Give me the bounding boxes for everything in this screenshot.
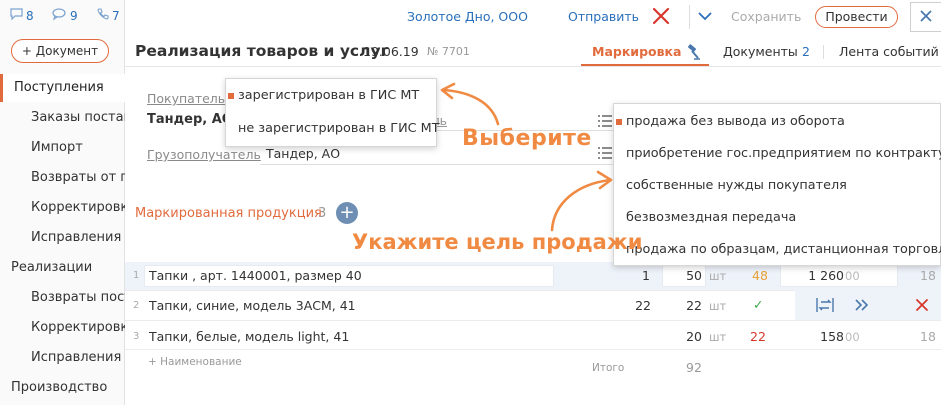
annotation-arrow-purpose xyxy=(550,170,613,232)
header-divider xyxy=(125,66,941,67)
total-label: Итого xyxy=(592,362,625,374)
selected-marker xyxy=(228,93,234,99)
list-icon[interactable] xyxy=(598,147,612,159)
row-number: 3 xyxy=(133,331,140,342)
add-item-link[interactable]: + Наименование xyxy=(148,356,242,368)
purpose-option[interactable]: собственные нужды покупателя xyxy=(626,178,847,193)
tab-event-feed[interactable]: Лента событий xyxy=(839,44,939,59)
chats-counter[interactable]: 9 xyxy=(52,8,78,23)
sidebar-item-sales[interactable]: Реализации xyxy=(11,254,125,282)
sidebar-item-customer-returns[interactable]: Возвраты от покупателей xyxy=(31,164,125,192)
messages-counter[interactable]: 8 xyxy=(10,8,34,23)
chat-icon xyxy=(52,8,67,23)
row-number: 1 xyxy=(133,270,140,281)
total-value: 92 xyxy=(686,360,702,375)
purpose-option[interactable]: приобретение гос.предприятием по контрак… xyxy=(626,146,941,161)
message-icon xyxy=(10,8,23,23)
row-unit: шт xyxy=(709,299,727,313)
marked-products-title: Маркированная продукция xyxy=(135,206,322,221)
hammer-icon[interactable] xyxy=(685,44,701,60)
row-quantity-input[interactable]: 20 xyxy=(662,329,702,344)
annotation-purpose: Укажите цель продажи xyxy=(352,230,643,254)
row-quantity-input[interactable]: 50 xyxy=(662,268,702,283)
row-product-name[interactable]: Тапки , арт. 1440001, размер 40 xyxy=(149,268,362,283)
delete-row-icon[interactable] xyxy=(914,297,930,313)
sidebar-item-corrections[interactable]: Исправления xyxy=(31,224,125,252)
sidebar: 8 9 7 + Документ Поступления Заказы пост… xyxy=(0,0,125,405)
document-date[interactable]: 19.06.19 xyxy=(363,44,419,59)
annotation-arrow-choose xyxy=(440,82,500,126)
sidebar-item-sales-corrections[interactable]: Исправления xyxy=(31,344,125,372)
buyer-value[interactable]: Тандер, АО xyxy=(147,112,233,127)
save-button[interactable]: Сохранить xyxy=(731,9,801,24)
swap-icon[interactable] xyxy=(816,297,834,313)
messages-count: 8 xyxy=(26,9,34,23)
sidebar-item-production[interactable]: Производство xyxy=(11,374,125,402)
row-divider xyxy=(125,349,941,350)
close-icon xyxy=(920,10,932,22)
purpose-option[interactable]: безвозмездная передача xyxy=(626,210,796,225)
purpose-option[interactable]: продажа по образцам, дистанционная торго… xyxy=(626,242,941,257)
sidebar-item-sales-adjustments[interactable]: Корректировки xyxy=(31,314,125,342)
add-product-button[interactable]: + xyxy=(336,202,358,224)
purpose-option[interactable]: продажа без вывода из оборота xyxy=(626,114,845,129)
row-number: 2 xyxy=(133,300,140,311)
registration-dropdown: зарегистрирован в ГИС МТ не зарегистриро… xyxy=(225,78,440,147)
row-status: 48 xyxy=(752,268,768,283)
sidebar-item-receipts[interactable]: Поступления xyxy=(0,74,125,102)
sidebar-item-adjustments[interactable]: Корректировки xyxy=(31,194,125,222)
sidebar-item-import[interactable]: Импорт xyxy=(31,134,125,162)
row-sum[interactable]: 1 260 xyxy=(800,268,844,283)
sale-purpose-dropdown: продажа без вывода из оборота приобретен… xyxy=(613,103,941,266)
row-sum[interactable]: 158 xyxy=(800,329,844,344)
row-sum-cents: 00 xyxy=(845,330,860,344)
consignee-value[interactable]: Тандер, АО xyxy=(266,146,340,161)
row-divider xyxy=(125,320,941,321)
registration-option[interactable]: не зарегистрирован в ГИС МТ xyxy=(238,121,440,136)
document-number[interactable]: № 7701 xyxy=(427,45,470,58)
calls-counter[interactable]: 7 xyxy=(97,8,120,23)
sidebar-item-supplier-returns[interactable]: Возвраты поставщикам xyxy=(31,284,125,312)
row-status: 22 xyxy=(750,329,766,344)
marked-products-count: 3 xyxy=(318,206,327,221)
page-title: Реализация товаров и услуг xyxy=(135,42,389,60)
row-unit: шт xyxy=(709,330,727,344)
tab-documents-count: 2 xyxy=(802,44,810,59)
registration-option[interactable]: зарегистрирован в ГИС МТ xyxy=(238,88,419,103)
window-close-button[interactable] xyxy=(910,2,941,32)
calls-count: 7 xyxy=(112,9,120,23)
chats-count: 9 xyxy=(70,9,78,23)
row-status-check: ✓ xyxy=(753,297,764,312)
row-quantity-input[interactable]: 22 xyxy=(662,298,702,313)
row-product-name[interactable]: Тапки, белые, модель light, 41 xyxy=(149,329,349,344)
organization-link[interactable]: Золотое Дно, ООО xyxy=(407,9,528,24)
row-extra: 18 xyxy=(920,329,936,344)
post-button[interactable]: Провести xyxy=(815,6,898,28)
selected-marker xyxy=(616,119,622,125)
chevron-down-icon[interactable] xyxy=(697,8,713,24)
send-button[interactable]: Отправить xyxy=(568,9,639,24)
sidebar-item-supplier-orders[interactable]: Заказы поставщикам xyxy=(31,104,125,132)
row-product-name[interactable]: Тапки, синие, модель 3АСМ, 41 xyxy=(149,298,356,313)
double-chevron-right-icon[interactable] xyxy=(854,297,870,313)
consignee-label[interactable]: Грузополучатель xyxy=(147,147,261,162)
delete-icon[interactable] xyxy=(651,6,671,26)
tab-separator xyxy=(823,45,824,59)
row-unit: шт xyxy=(709,269,727,283)
add-document-button[interactable]: + Документ xyxy=(11,39,109,63)
phone-icon xyxy=(97,8,109,23)
buyer-label[interactable]: Покупатель xyxy=(147,91,225,106)
list-icon[interactable] xyxy=(598,115,612,127)
toolbar-divider xyxy=(689,5,690,29)
row-extra: 18 xyxy=(920,268,936,283)
tab-marking[interactable]: Маркировка xyxy=(592,44,681,59)
row-quantity: 1 xyxy=(642,268,650,283)
annotation-choose: Выберите xyxy=(462,126,592,151)
row-quantity: 22 xyxy=(635,298,651,313)
row-sum-cents: 00 xyxy=(845,269,860,283)
tab-documents[interactable]: Документы xyxy=(723,44,798,59)
